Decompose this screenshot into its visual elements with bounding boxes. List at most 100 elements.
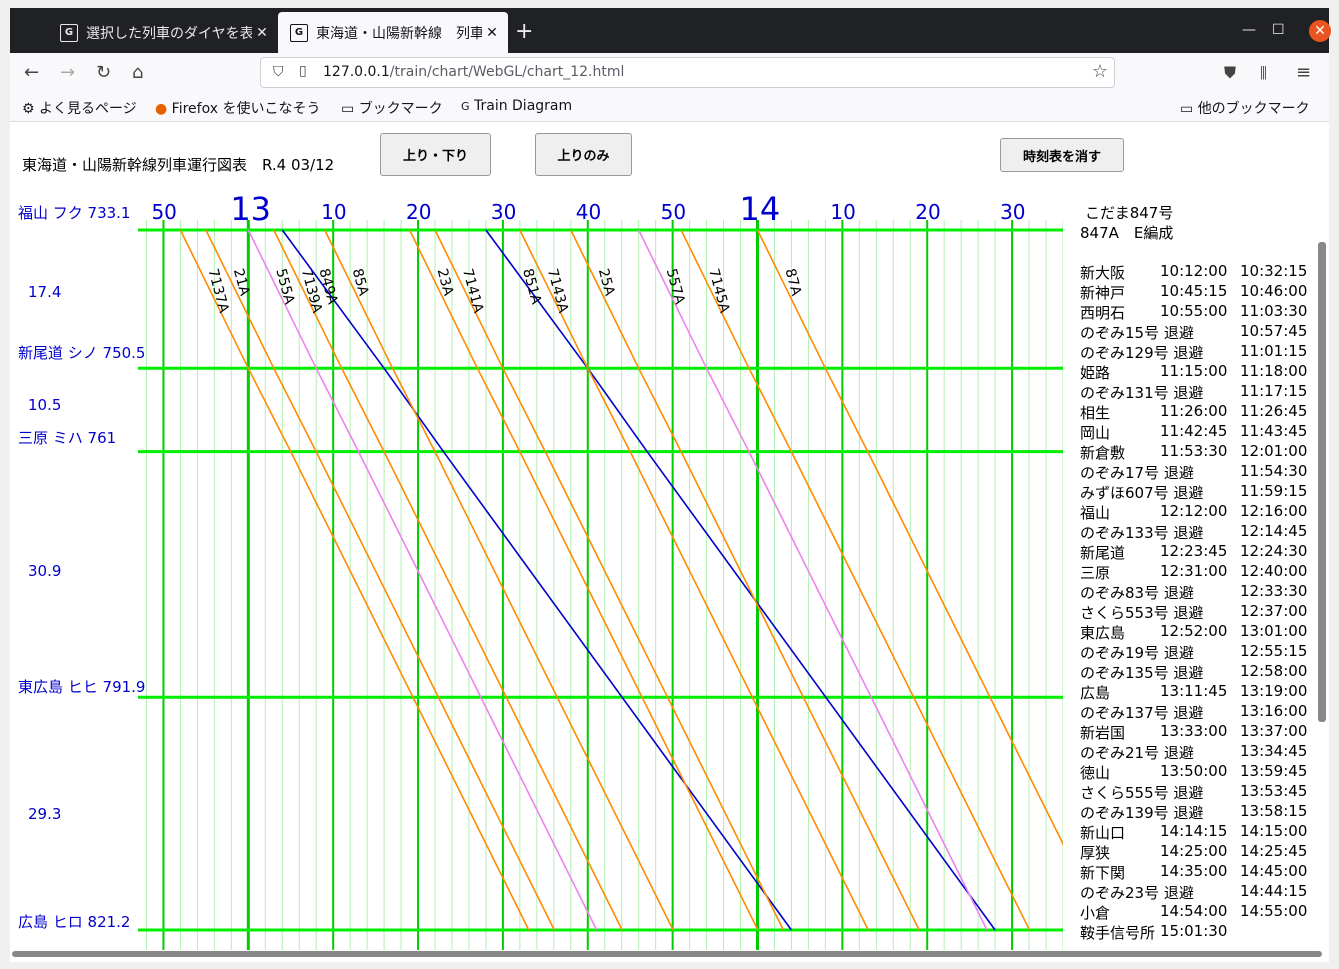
timetable-station: みずほ607号 退避: [1080, 484, 1204, 502]
station-label: 広島 ヒロ 821.2: [18, 913, 131, 931]
timetable-row: のぞみ139号 退避 13:58:15: [1080, 802, 1310, 823]
tab-active[interactable]: G 東海道・山陽新幹線 列車運行図表 ✕: [278, 12, 508, 53]
timetable-arrival: 11:53:30: [1160, 442, 1228, 460]
timetable-departure: 12:58:00: [1240, 662, 1308, 680]
home-icon[interactable]: ⌂: [132, 61, 143, 85]
tab-close-icon[interactable]: ✕: [482, 25, 502, 41]
segment-distance: 10.5: [28, 396, 62, 414]
bookmark-other[interactable]: ▭ 他のブックマーク: [1180, 98, 1310, 118]
timetable-row: 厚狭 14:25:00 14:25:45: [1080, 842, 1310, 863]
bookmark-train-diagram[interactable]: G Train Diagram: [461, 98, 572, 114]
page-info-icon[interactable]: ▯: [299, 63, 307, 79]
show-up-only-button[interactable]: 上りのみ: [535, 133, 632, 176]
horizontal-scrollbar[interactable]: [10, 950, 1329, 958]
timetable-arrival: 13:11:45: [1160, 682, 1228, 700]
nav-bar: ← → ↻ ⌂ ⛉ ▯ 127.0.0.1/train/chart/WebGL/…: [10, 53, 1329, 93]
timetable-station: 三原: [1080, 564, 1111, 582]
timetable-departure: 12:16:00: [1240, 502, 1308, 520]
bookmark-most-visited[interactable]: ⚙ よく見るページ: [22, 98, 137, 118]
timetable-arrival: 12:31:00: [1160, 562, 1228, 580]
timetable-arrival: 10:45:15: [1160, 282, 1228, 300]
timetable-row: のぞみ19号 退避 12:55:15: [1080, 642, 1310, 663]
show-both-directions-button[interactable]: 上り・下り: [380, 133, 491, 176]
timetable-departure: 13:53:45: [1240, 782, 1308, 800]
forward-arrow-icon[interactable]: →: [60, 61, 75, 85]
timetable-departure: 10:46:00: [1240, 282, 1308, 300]
tab-close-icon[interactable]: ✕: [252, 25, 272, 41]
timetable-departure: 14:15:00: [1240, 822, 1308, 840]
timetable-row: のぞみ131号 退避 11:17:15: [1080, 382, 1310, 403]
tab-inactive[interactable]: G 選択した列車のダイヤを表示する ✕: [48, 12, 278, 53]
segment-distance: 30.9: [28, 562, 62, 580]
site-favicon-icon: G: [461, 100, 470, 113]
timetable-departure: 12:14:45: [1240, 522, 1308, 540]
timetable-departure: 12:40:00: [1240, 562, 1308, 580]
timetable-row: 新神戸 10:45:15 10:46:00: [1080, 282, 1310, 303]
new-tab-icon[interactable]: +: [515, 20, 533, 44]
scrollbar-thumb[interactable]: [12, 951, 1322, 957]
tab-title: 東海道・山陽新幹線 列車運行図表: [316, 25, 482, 42]
bookmark-star-icon[interactable]: ☆: [1092, 61, 1108, 82]
train-path: [637, 229, 988, 931]
timetable-row: のぞみ17号 退避 11:54:30: [1080, 462, 1310, 483]
train-path: [434, 229, 785, 931]
timetable-departure: 11:01:15: [1240, 342, 1308, 360]
timetable-departure: 11:17:15: [1240, 382, 1308, 400]
timetable-departure: 11:43:45: [1240, 422, 1308, 440]
reload-icon[interactable]: ↻: [96, 61, 111, 85]
train-number-label: 87A: [782, 267, 805, 298]
bookmark-folder[interactable]: ▭ ブックマーク: [341, 98, 443, 118]
segment-distance: 29.3: [28, 805, 62, 823]
shield-icon[interactable]: ⛉: [273, 64, 284, 80]
timetable-arrival: 12:23:45: [1160, 542, 1228, 560]
timetable-departure: 14:55:00: [1240, 902, 1308, 920]
timetable-station: 新神戸: [1080, 284, 1126, 302]
timetable-row: さくら555号 退避 13:53:45: [1080, 782, 1310, 803]
timetable-departure: 10:32:15: [1240, 262, 1308, 280]
train-path: [273, 229, 623, 931]
timetable-arrival: 13:50:00: [1160, 762, 1228, 780]
timetable-departure: 13:59:45: [1240, 762, 1308, 780]
timetable-departure: 11:26:45: [1240, 402, 1308, 420]
timetable-row: 新下関 14:35:00 14:45:00: [1080, 862, 1310, 883]
minimize-icon[interactable]: —: [1242, 22, 1256, 38]
library-icon[interactable]: ⫼: [1260, 61, 1267, 85]
window-close-icon[interactable]: ✕: [1309, 20, 1331, 42]
timetable-station: 新大阪: [1080, 264, 1126, 282]
timetable-station: 姫路: [1080, 364, 1111, 382]
pocket-icon[interactable]: ⛊: [1224, 61, 1236, 85]
train-number-label: 7141A: [459, 267, 486, 315]
timetable-departure: 12:55:15: [1240, 642, 1308, 660]
clear-timetable-button[interactable]: 時刻表を消す: [1000, 138, 1124, 172]
timetable-station: 広島: [1080, 684, 1111, 702]
timetable-station: 鞍手信号所: [1080, 924, 1156, 942]
train-number-label: 23A: [434, 267, 457, 298]
train-number-label: 85A: [349, 267, 372, 298]
train-number-label: 7145A: [705, 267, 732, 315]
train-number-label: 25A: [595, 267, 618, 298]
timetable-station: 新下関: [1080, 864, 1126, 882]
timetable-station: のぞみ19号 退避: [1080, 644, 1194, 662]
page-title: 東海道・山陽新幹線列車運行図表 R.4 03/12: [22, 156, 335, 174]
station-label: 新尾道 シノ 750.5: [18, 344, 146, 362]
timetable-station: のぞみ83号 退避: [1080, 584, 1194, 602]
maximize-icon[interactable]: ☐: [1272, 22, 1285, 38]
url-text[interactable]: 127.0.0.1/train/chart/WebGL/chart_12.htm…: [323, 64, 624, 80]
timetable-row: 新岩国 13:33:00 13:37:00: [1080, 722, 1310, 743]
menu-icon[interactable]: ≡: [1296, 61, 1311, 85]
timetable-station: 相生: [1080, 404, 1111, 422]
timetable-departure: 13:19:00: [1240, 682, 1308, 700]
url-path: /train/chart/WebGL/chart_12.html: [389, 64, 625, 80]
timetable-arrival: 14:54:00: [1160, 902, 1228, 920]
timetable-row: 相生 11:26:00 11:26:45: [1080, 402, 1310, 423]
timetable-station: のぞみ131号 退避: [1080, 384, 1204, 402]
folder-icon: ▭: [1180, 101, 1194, 117]
url-bar[interactable]: ⛉ ▯ 127.0.0.1/train/chart/WebGL/chart_12…: [260, 57, 1115, 88]
train-diagram-chart: 7137A21A 555A 7139A849A 85A 23A 7141A 851A 7143…: [138, 220, 1063, 950]
back-arrow-icon[interactable]: ←: [24, 61, 39, 85]
bookmark-firefox[interactable]: ● Firefox を使いこなそう: [155, 98, 320, 118]
vertical-scrollbar[interactable]: [1318, 242, 1326, 722]
timetable-station: 新倉敷: [1080, 444, 1126, 462]
timetable-station: さくら555号 退避: [1080, 784, 1204, 802]
timetable-row: のぞみ83号 退避 12:33:30: [1080, 582, 1310, 603]
